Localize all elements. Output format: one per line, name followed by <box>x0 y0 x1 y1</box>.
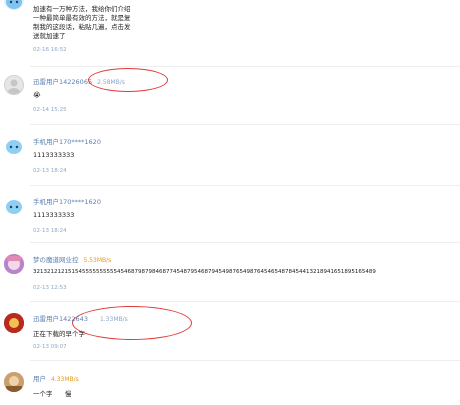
comment-text: 1113333333 <box>33 151 75 159</box>
comment-line: 加速有一万种方法，我给你们介绍 <box>33 5 131 13</box>
username[interactable]: 梦の魔道网业控 <box>33 256 79 264</box>
comment-text: 3213212121515455555555554546879879846877… <box>33 269 376 275</box>
comment-time: 02-16 16:52 <box>33 47 67 53</box>
username[interactable]: 用户 <box>33 375 46 383</box>
comment-text: 加速有一万种方法，我给你们介绍 一种最简单最有效的方法，就是复 制我的这段话，粘… <box>33 5 131 41</box>
comment-item: 迅雷用户14226065 2.58MB/s 😭 02-14 15:25 <box>0 67 460 124</box>
comment-item: 加速有一万种方法，我给你们介绍 一种最简单最有效的方法，就是复 制我的这段话，粘… <box>0 0 460 66</box>
username-row: 手机用户170****1620 <box>33 196 101 206</box>
comment-text: 😭 <box>33 91 41 99</box>
speed-badge: 5.53MB/s <box>83 257 112 264</box>
username[interactable]: 手机用户170****1620 <box>33 198 101 206</box>
comment-time: 02-14 15:25 <box>33 107 67 113</box>
avatar[interactable] <box>4 136 24 156</box>
red-avatar-icon <box>4 313 24 333</box>
speed-badge: 4.33MB/s <box>51 376 79 383</box>
username[interactable]: 迅雷用户14226065 <box>33 78 92 86</box>
user-avatar-icon <box>6 0 22 9</box>
avatar[interactable] <box>4 0 24 10</box>
annotation-circle <box>72 306 192 340</box>
comment-item: 梦の魔道网业控 5.53MB/s 321321212151545555555555… <box>0 243 460 301</box>
comment-line: 制我的这段话，粘贴几遍，点击发 <box>33 23 131 31</box>
username-row: 梦の魔道网业控 5.53MB/s <box>33 254 111 264</box>
username-row: 手机用户170****1620 <box>33 136 101 146</box>
comment-text: 1113333333 <box>33 211 75 219</box>
comment-time: 02-13 18:24 <box>33 228 67 234</box>
username[interactable]: 手机用户170****1620 <box>33 138 101 146</box>
comment-time: 02-13 12:53 <box>33 285 67 291</box>
comment-line: 一种最简单最有效的方法，就是复 <box>33 14 131 22</box>
comment-time: 02-13 09:07 <box>33 344 67 350</box>
anime-avatar-icon <box>4 254 24 274</box>
comment-item: 手机用户170****1620 1113333333 02-13 18:24 <box>0 125 460 185</box>
comment-item: 迅雷用户1422643 1.33MB/s 正在下载的早个字 02-13 09:07 <box>0 302 460 360</box>
avatar[interactable] <box>4 313 24 333</box>
default-avatar-icon <box>7 79 21 94</box>
comment-item: 用户 4.33MB/s 一个字 慢 <box>0 361 460 405</box>
comment-line: 送就加速了 <box>33 32 66 40</box>
comment-time: 02-13 18:24 <box>33 168 67 174</box>
avatar[interactable] <box>4 75 24 95</box>
comment-text: 一个字 慢 <box>33 390 72 398</box>
photo-avatar-icon <box>4 372 24 392</box>
user-avatar-icon <box>6 140 22 154</box>
avatar[interactable] <box>4 254 24 274</box>
user-avatar-icon <box>6 200 22 214</box>
comment-item: 手机用户170****1620 1113333333 02-13 18:24 <box>0 186 460 242</box>
username-row: 用户 4.33MB/s <box>33 373 79 383</box>
avatar[interactable] <box>4 372 24 392</box>
annotation-circle <box>88 68 168 92</box>
avatar[interactable] <box>4 196 24 216</box>
